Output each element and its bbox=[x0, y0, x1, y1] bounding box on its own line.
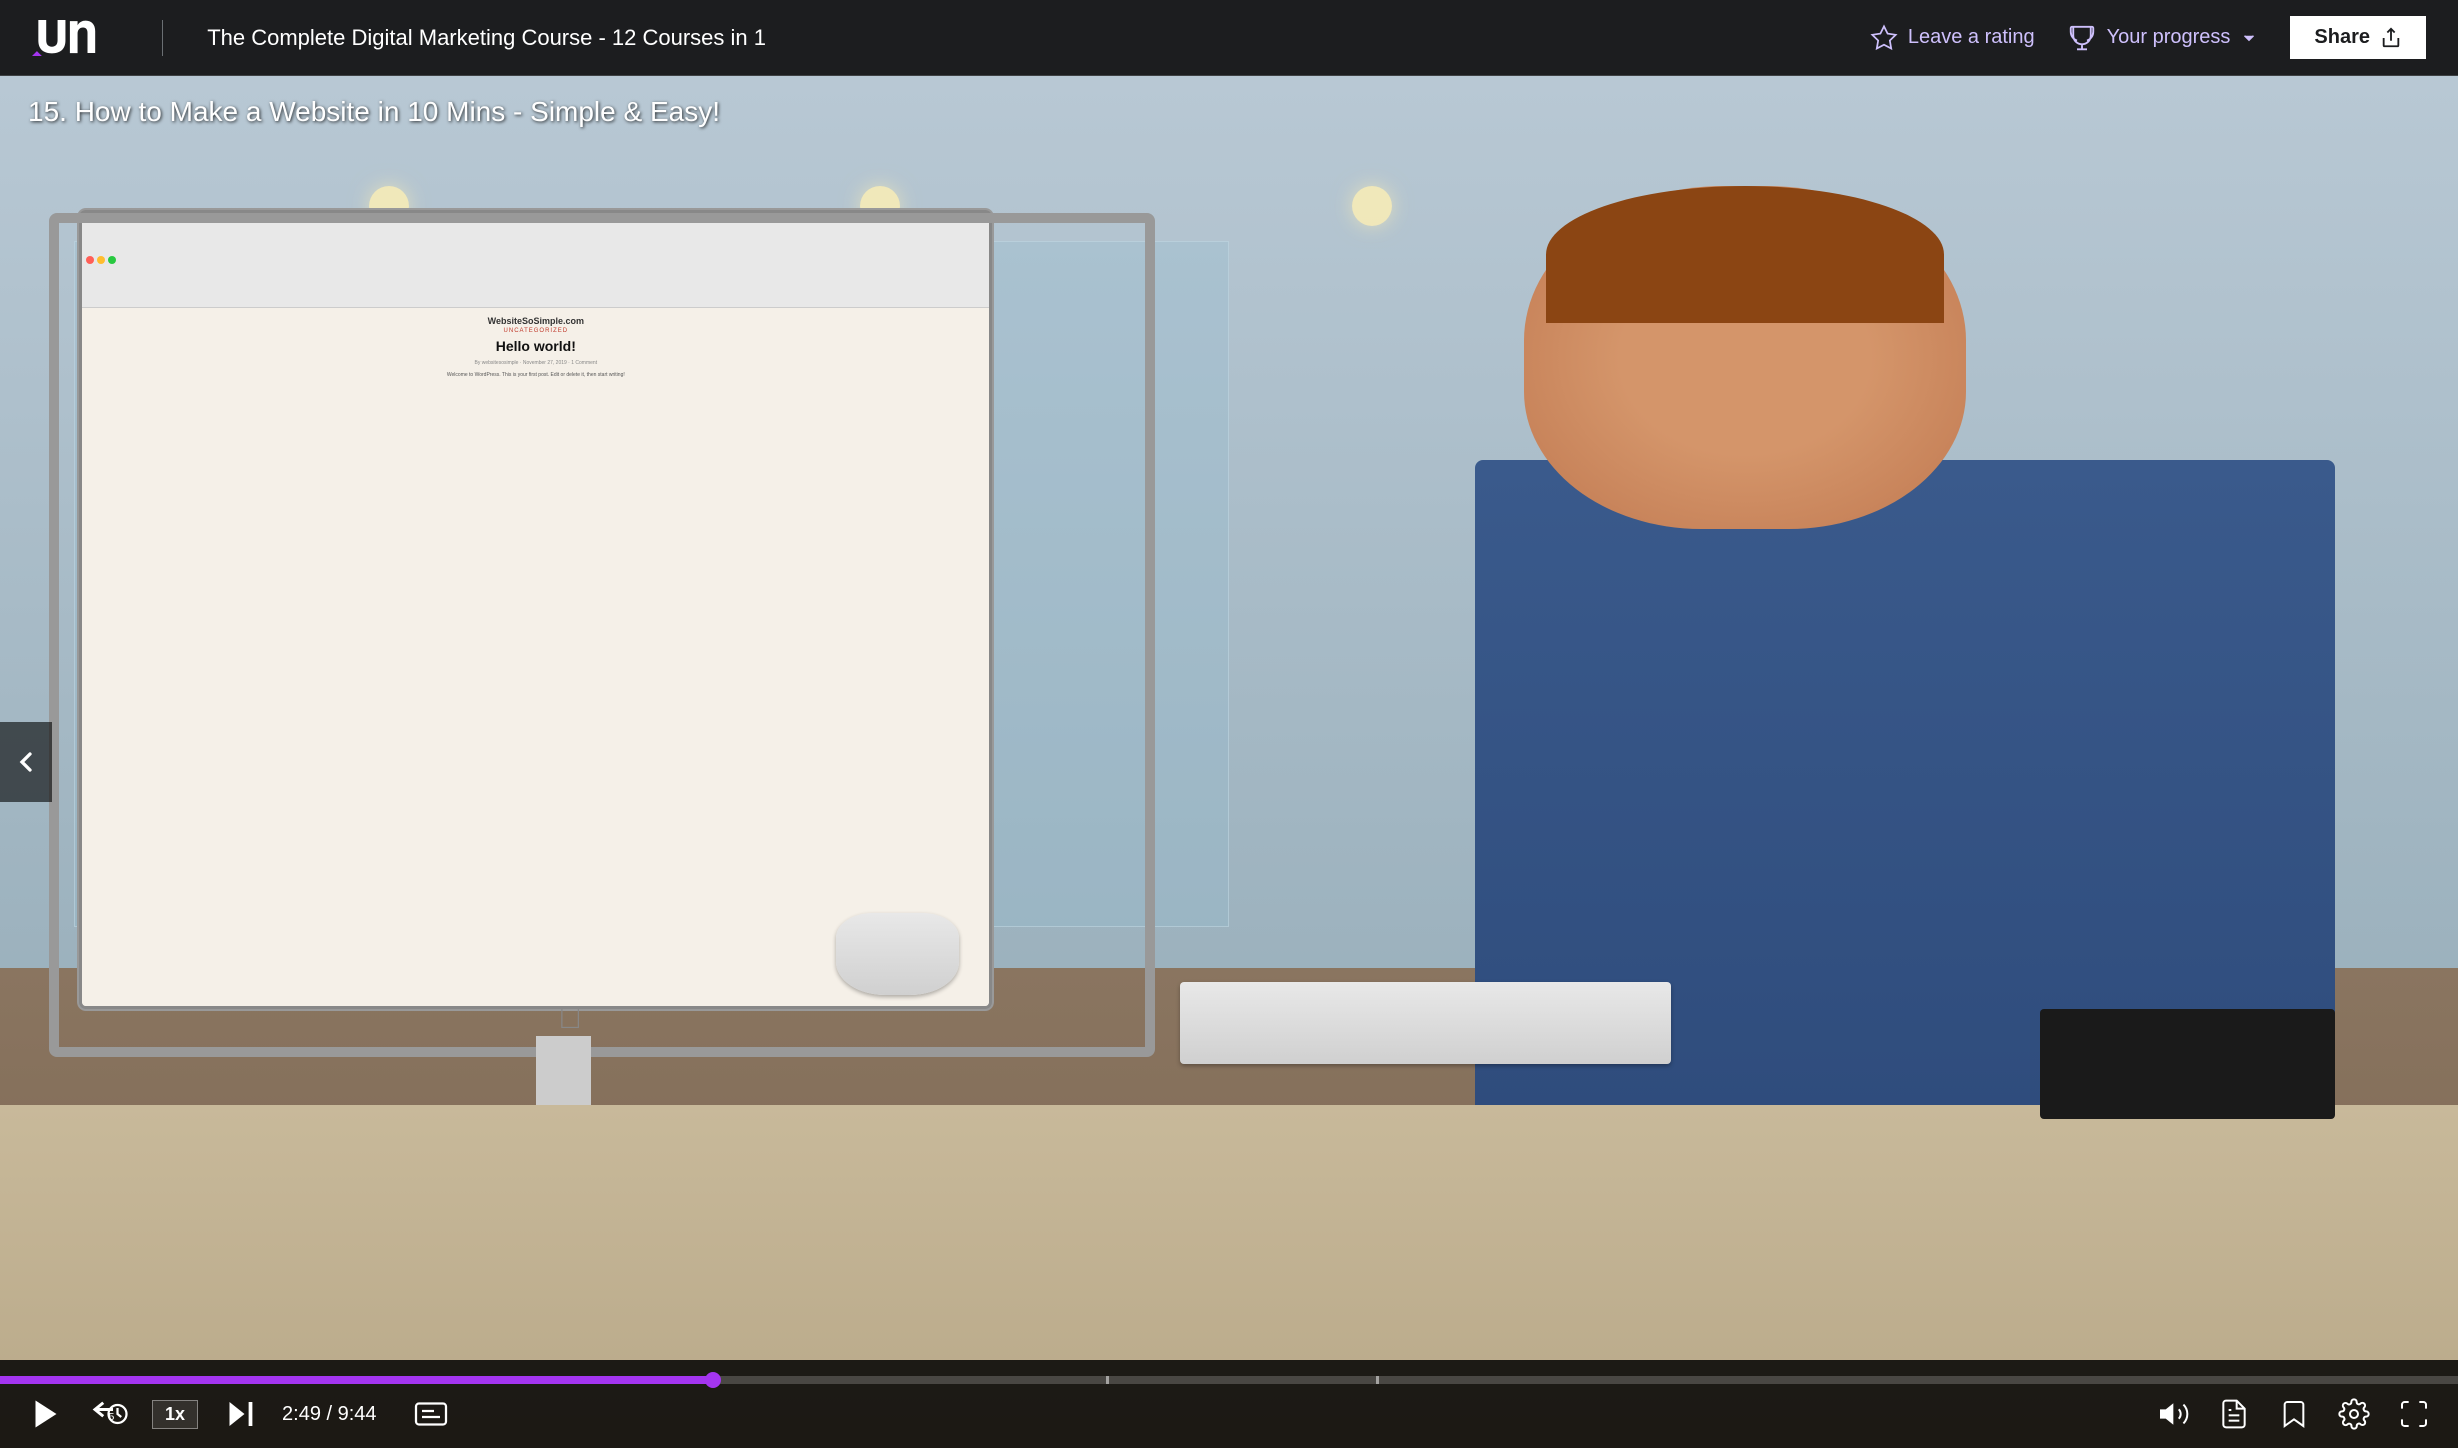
nav-right-actions: Leave a rating Your progress Share bbox=[1870, 16, 2426, 59]
forward-icon bbox=[222, 1396, 258, 1432]
nav-divider bbox=[162, 20, 163, 56]
video-player-container: WebsiteSoSimple.com UNCATEGORIZED Hello … bbox=[0, 76, 2458, 1448]
fullscreen-button[interactable] bbox=[2394, 1394, 2434, 1434]
prev-lesson-button[interactable] bbox=[0, 722, 52, 802]
leave-rating-label: Leave a rating bbox=[1908, 26, 2035, 49]
forward-button[interactable] bbox=[218, 1392, 262, 1436]
keyboard bbox=[1180, 982, 1672, 1064]
controls-row: 5 1x 2:49 / 9:44 bbox=[0, 1392, 2458, 1448]
chapter-marker-1 bbox=[1106, 1376, 1109, 1384]
fullscreen-icon bbox=[2398, 1398, 2430, 1430]
course-title: The Complete Digital Marketing Course - … bbox=[207, 25, 1846, 51]
chapter-marker-2 bbox=[1376, 1376, 1379, 1384]
lesson-title-text: 15. How to Make a Website in 10 Mins - S… bbox=[28, 96, 720, 127]
speed-label: 1x bbox=[165, 1404, 185, 1424]
play-button[interactable] bbox=[24, 1392, 68, 1436]
video-scene: WebsiteSoSimple.com UNCATEGORIZED Hello … bbox=[0, 76, 2458, 1448]
instructor-hair bbox=[1546, 186, 1944, 323]
apple-logo:  bbox=[558, 999, 582, 1036]
rewind-button[interactable]: 5 bbox=[88, 1392, 132, 1436]
share-label: Share bbox=[2314, 26, 2370, 49]
volume-icon bbox=[2158, 1398, 2190, 1430]
monitor: WebsiteSoSimple.com UNCATEGORIZED Hello … bbox=[49, 213, 1155, 1242]
notebook bbox=[2040, 1009, 2335, 1119]
star-icon bbox=[1870, 24, 1898, 52]
chevron-left-icon bbox=[10, 746, 42, 778]
udemy-logo[interactable] bbox=[32, 20, 118, 56]
mouse bbox=[836, 913, 959, 995]
speed-control[interactable]: 1x bbox=[152, 1400, 198, 1429]
rewind-icon: 5 bbox=[92, 1396, 128, 1432]
captions-button[interactable] bbox=[409, 1392, 453, 1436]
captions-icon bbox=[413, 1396, 449, 1432]
chevron-down-icon bbox=[2240, 29, 2258, 47]
bookmark-icon bbox=[2278, 1398, 2310, 1430]
leave-rating-button[interactable]: Leave a rating bbox=[1870, 24, 2035, 52]
progress-handle[interactable] bbox=[705, 1372, 721, 1388]
your-progress-button[interactable]: Your progress bbox=[2067, 23, 2259, 53]
volume-button[interactable] bbox=[2154, 1394, 2194, 1434]
transcript-icon bbox=[2218, 1398, 2250, 1430]
top-navigation: The Complete Digital Marketing Course - … bbox=[0, 0, 2458, 76]
progress-fill bbox=[0, 1376, 713, 1384]
share-button[interactable]: Share bbox=[2290, 16, 2426, 59]
your-progress-label: Your progress bbox=[2107, 26, 2231, 49]
right-controls bbox=[2154, 1394, 2434, 1434]
lesson-title-overlay: 15. How to Make a Website in 10 Mins - S… bbox=[28, 96, 720, 128]
time-display: 2:49 / 9:44 bbox=[282, 1403, 377, 1426]
ceiling-light-3 bbox=[1352, 186, 1392, 226]
monitor-bezel bbox=[49, 213, 1155, 1057]
share-icon bbox=[2380, 27, 2402, 49]
instructor-head bbox=[1524, 186, 1966, 529]
settings-icon bbox=[2338, 1398, 2370, 1430]
transcript-button[interactable] bbox=[2214, 1394, 2254, 1434]
trophy-icon bbox=[2067, 23, 2097, 53]
progress-bar[interactable] bbox=[0, 1376, 2458, 1384]
video-controls: 5 1x 2:49 / 9:44 bbox=[0, 1360, 2458, 1448]
settings-button[interactable] bbox=[2334, 1394, 2374, 1434]
play-icon bbox=[28, 1396, 64, 1432]
bookmark-button[interactable] bbox=[2274, 1394, 2314, 1434]
